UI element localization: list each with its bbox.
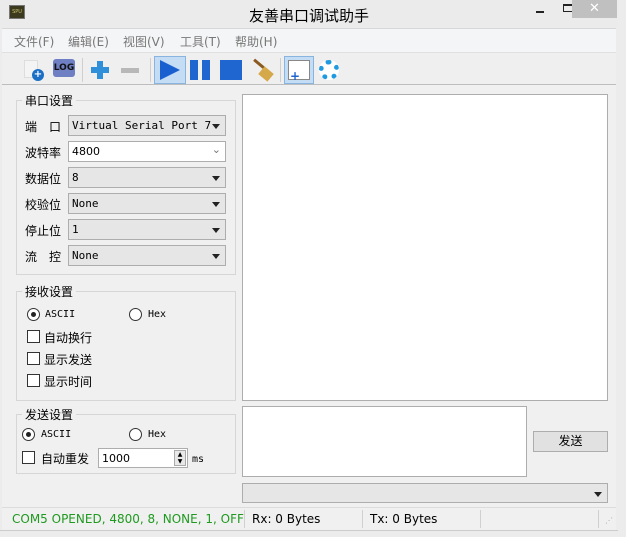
menu-help[interactable]: 帮助(H) bbox=[235, 33, 277, 50]
status-separator bbox=[244, 510, 245, 528]
tx-count: Tx: 0 Bytes bbox=[370, 512, 438, 526]
receive-hex-radio[interactable] bbox=[129, 308, 142, 321]
port-value: Virtual Serial Port 7 bbox=[72, 119, 212, 132]
send-hex-radio[interactable] bbox=[129, 428, 142, 441]
port-label: 端 口 bbox=[25, 120, 62, 134]
receive-textarea[interactable] bbox=[242, 94, 608, 401]
menu-view[interactable]: 视图(V) bbox=[123, 33, 165, 50]
status-separator bbox=[598, 510, 599, 528]
send-history-select[interactable] bbox=[242, 483, 608, 503]
connection-status: COM5 OPENED, 4800, 8, NONE, 1, OFF bbox=[12, 512, 244, 526]
settings-gear-icon[interactable] bbox=[315, 56, 345, 84]
new-icon[interactable]: + bbox=[20, 56, 50, 84]
data-bits-label: 数据位 bbox=[25, 172, 62, 186]
parity-value: None bbox=[72, 197, 99, 210]
receive-hex-label: Hex bbox=[148, 309, 167, 320]
auto-wrap-checkbox[interactable] bbox=[27, 330, 40, 343]
status-separator bbox=[362, 510, 363, 528]
resend-interval-spinbox[interactable]: 1000 ▲ ▼ bbox=[98, 448, 188, 468]
chevron-down-icon bbox=[212, 176, 220, 181]
remove-icon[interactable] bbox=[116, 56, 146, 84]
show-send-label: 显示发送 bbox=[44, 353, 93, 367]
toolbar-separator bbox=[150, 58, 151, 82]
auto-resend-checkbox[interactable] bbox=[22, 451, 35, 464]
show-time-label: 显示时间 bbox=[44, 375, 93, 389]
menu-tools[interactable]: 工具(T) bbox=[180, 33, 221, 50]
baud-select[interactable]: 4800 ⌄ bbox=[68, 141, 226, 162]
menu-bar: 文件(F) 编辑(E) 视图(V) 工具(T) 帮助(H) bbox=[2, 28, 616, 52]
minimize-button[interactable] bbox=[525, 0, 555, 18]
menu-file[interactable]: 文件(F) bbox=[14, 33, 54, 50]
send-button[interactable]: 发送 bbox=[533, 431, 608, 452]
rx-count: Rx: 0 Bytes bbox=[252, 512, 321, 526]
show-send-checkbox[interactable] bbox=[27, 352, 40, 365]
flow-control-select[interactable]: None bbox=[68, 245, 226, 266]
chevron-down-icon bbox=[212, 254, 220, 259]
port-select[interactable]: Virtual Serial Port 7 bbox=[68, 115, 226, 136]
data-bits-select[interactable]: 8 bbox=[68, 167, 226, 188]
chevron-down-icon bbox=[212, 228, 220, 233]
log-icon[interactable]: LOG bbox=[50, 56, 80, 84]
auto-resend-label: 自动重发 bbox=[41, 452, 90, 466]
stop-bits-label: 停止位 bbox=[25, 224, 62, 238]
chevron-down-icon bbox=[594, 492, 602, 497]
flow-control-label: 流 控 bbox=[25, 250, 62, 264]
parity-select[interactable]: None bbox=[68, 193, 226, 214]
send-textarea[interactable] bbox=[242, 406, 527, 477]
clear-broom-icon[interactable] bbox=[248, 56, 278, 84]
toolbar-separator bbox=[82, 58, 83, 82]
resend-interval-value: 1000 bbox=[102, 452, 130, 465]
receive-ascii-label: ASCII bbox=[45, 309, 76, 320]
parity-label: 校验位 bbox=[25, 198, 62, 212]
spin-arrows-icon[interactable]: ▲ ▼ bbox=[174, 450, 186, 466]
stop-bits-select[interactable]: 1 bbox=[68, 219, 226, 240]
receive-settings-title: 接收设置 bbox=[22, 283, 77, 300]
toolbar-separator bbox=[280, 58, 281, 82]
resize-grip-icon[interactable]: ⋰ bbox=[605, 516, 613, 525]
send-button-label: 发送 bbox=[558, 434, 583, 448]
send-ascii-label: ASCII bbox=[41, 429, 72, 440]
send-hex-label: Hex bbox=[148, 429, 167, 440]
serial-settings-title: 串口设置 bbox=[22, 92, 77, 109]
data-bits-value: 8 bbox=[72, 171, 79, 184]
interval-unit: ms bbox=[192, 454, 205, 465]
baud-label: 波特率 bbox=[25, 146, 62, 160]
show-time-checkbox[interactable] bbox=[27, 374, 40, 387]
auto-wrap-label: 自动换行 bbox=[44, 331, 93, 345]
flow-control-value: None bbox=[72, 249, 99, 262]
layout-icon[interactable]: + bbox=[284, 56, 314, 84]
play-icon[interactable] bbox=[154, 56, 186, 84]
window-bottom-border bbox=[0, 530, 618, 537]
baud-value: 4800 bbox=[72, 145, 100, 158]
receive-ascii-radio[interactable] bbox=[27, 308, 40, 321]
chevron-down-icon: ⌄ bbox=[211, 143, 221, 156]
status-separator bbox=[480, 510, 481, 528]
close-button[interactable]: ✕ bbox=[572, 0, 617, 18]
pause-icon[interactable] bbox=[187, 56, 217, 84]
menu-edit[interactable]: 编辑(E) bbox=[68, 33, 109, 50]
stop-icon[interactable] bbox=[218, 56, 248, 84]
toolbar: + LOG + bbox=[2, 52, 616, 85]
chevron-down-icon bbox=[212, 202, 220, 207]
chevron-down-icon bbox=[212, 124, 220, 129]
main-panel: 串口设置 端 口 Virtual Serial Port 7 波特率 4800 ⌄… bbox=[2, 85, 616, 507]
add-icon[interactable] bbox=[86, 56, 116, 84]
send-settings-title: 发送设置 bbox=[22, 406, 77, 423]
send-ascii-radio[interactable] bbox=[22, 428, 35, 441]
status-bar: COM5 OPENED, 4800, 8, NONE, 1, OFF Rx: 0… bbox=[2, 507, 616, 530]
title-bar: SPU 友善串口调试助手 ✕ bbox=[0, 0, 618, 28]
stop-bits-value: 1 bbox=[72, 223, 79, 236]
